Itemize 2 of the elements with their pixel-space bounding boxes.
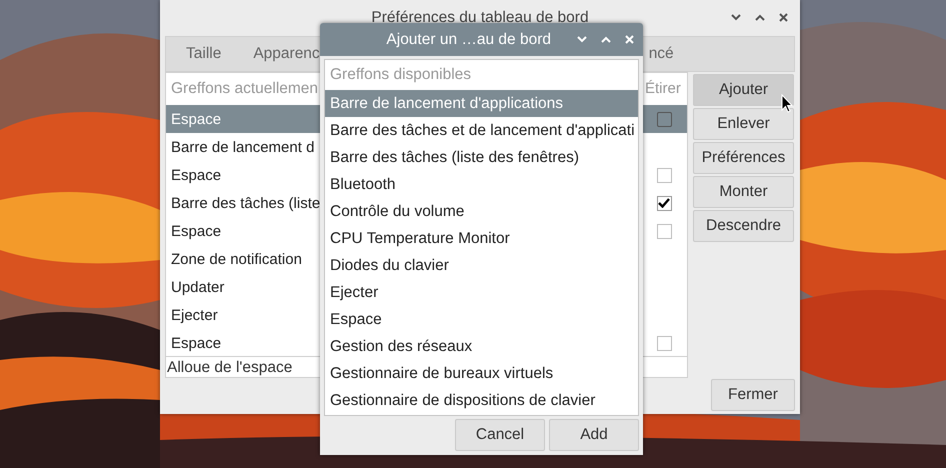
window-title: Préférences du tableau de bord <box>371 9 589 27</box>
dialog-title: Ajouter un …au de bord <box>386 30 551 48</box>
